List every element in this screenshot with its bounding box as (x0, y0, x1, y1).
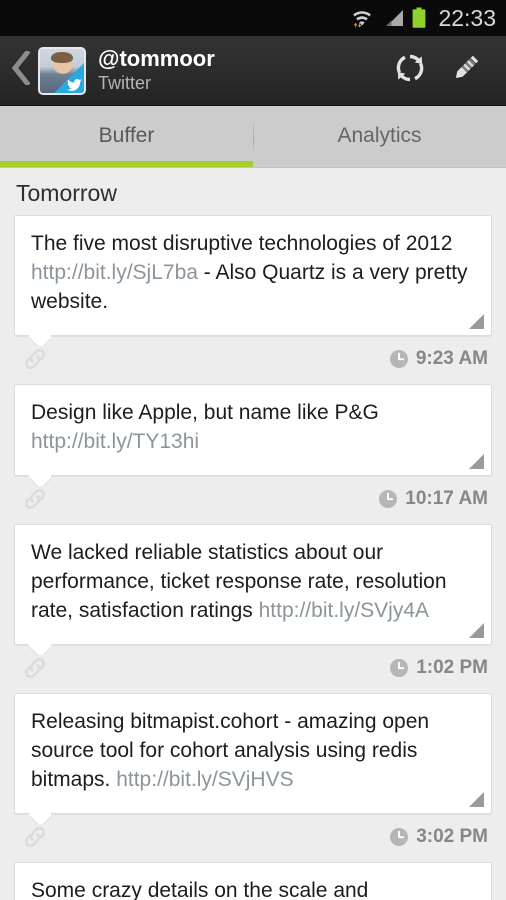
post-meta: 1:02 PM (14, 645, 492, 691)
post-text: We lacked reliable statistics about our … (31, 539, 475, 626)
link-icon[interactable] (20, 344, 50, 374)
drag-handle-icon[interactable] (469, 791, 484, 807)
wifi-icon (350, 7, 374, 29)
post-bubble[interactable]: Some crazy details on the scale and (14, 861, 492, 900)
post-list: The five most disruptive technologies of… (0, 215, 506, 900)
status-bar-icons: 22:33 (350, 4, 496, 31)
post-time: 10:17 AM (405, 488, 488, 510)
back-button[interactable] (4, 36, 38, 106)
account-title-block[interactable]: @tommoor Twitter (98, 47, 382, 94)
bubble-tail (29, 334, 51, 346)
link-icon[interactable] (20, 822, 50, 852)
status-bar-clock: 22:33 (438, 4, 496, 31)
post-meta: 10:17 AM (14, 476, 492, 522)
refresh-button[interactable] (382, 36, 438, 106)
tab-bar: Buffer Analytics (0, 106, 506, 168)
tab-active-indicator (0, 161, 253, 167)
tab-analytics-label: Analytics (337, 123, 422, 147)
post-time-group: 3:02 PM (389, 827, 488, 847)
clock-icon (389, 827, 409, 847)
post-bubble[interactable]: Design like Apple, but name like P&G htt… (14, 383, 492, 476)
post-time: 1:02 PM (416, 657, 488, 679)
cellular-signal-icon (382, 8, 404, 28)
avatar[interactable] (38, 46, 86, 95)
post-item[interactable]: The five most disruptive technologies of… (0, 215, 506, 382)
compose-button[interactable] (438, 36, 494, 106)
post-text-segment: Design like Apple, but name like P&G (31, 400, 379, 424)
post-url[interactable]: http://bit.ly/SjL7ba (31, 261, 198, 284)
post-url[interactable]: http://bit.ly/SVjy4A (259, 599, 429, 622)
account-name: @tommoor (98, 46, 215, 71)
post-time: 9:23 AM (415, 348, 488, 370)
clock-icon (378, 489, 398, 509)
post-item[interactable]: Releasing bitmapist.cohort - amazing ope… (0, 692, 506, 860)
post-bubble[interactable]: Releasing bitmapist.cohort - amazing ope… (14, 692, 492, 814)
post-text: Design like Apple, but name like P&G htt… (31, 399, 475, 457)
bubble-tail (29, 812, 51, 824)
post-text-segment: Some crazy details on the scale and (31, 878, 369, 900)
drag-handle-icon[interactable] (469, 313, 484, 329)
day-header: Tomorrow (16, 180, 117, 206)
post-time-group: 9:23 AM (389, 349, 488, 369)
drag-handle-icon[interactable] (469, 622, 484, 638)
tab-analytics[interactable]: Analytics (253, 106, 506, 168)
app-root: 22:33 @tommoor Twitter Buffer Analytics … (0, 0, 506, 900)
post-url[interactable]: http://bit.ly/TY13hi (31, 430, 199, 453)
drag-handle-icon[interactable] (469, 453, 484, 469)
account-service-name: Twitter (98, 72, 152, 93)
bubble-tail (29, 474, 51, 486)
post-item[interactable]: Design like Apple, but name like P&G htt… (0, 383, 506, 522)
tab-buffer-label: Buffer (98, 123, 155, 147)
status-bar: 22:33 (0, 0, 506, 36)
link-icon[interactable] (20, 484, 50, 514)
post-time-group: 1:02 PM (389, 658, 488, 678)
tab-buffer[interactable]: Buffer (0, 106, 253, 168)
battery-icon (412, 7, 426, 29)
twitter-bird-icon (67, 78, 82, 92)
post-time: 3:02 PM (416, 826, 488, 848)
post-time-group: 10:17 AM (378, 489, 488, 509)
post-text: Some crazy details on the scale and (31, 877, 475, 900)
post-url[interactable]: http://bit.ly/SVjHVS (116, 768, 293, 791)
bubble-tail (29, 643, 51, 655)
link-icon[interactable] (20, 653, 50, 683)
refresh-icon (393, 51, 427, 90)
pencil-icon (449, 51, 483, 90)
action-bar: @tommoor Twitter (0, 36, 506, 106)
post-item[interactable]: Some crazy details on the scale and (0, 861, 506, 900)
clock-icon (389, 349, 409, 369)
post-text: Releasing bitmapist.cohort - amazing ope… (31, 708, 475, 795)
post-meta: 3:02 PM (14, 814, 492, 860)
post-text: The five most disruptive technologies of… (31, 230, 475, 317)
clock-icon (389, 658, 409, 678)
post-text-segment: The five most disruptive technologies of… (31, 232, 453, 255)
post-bubble[interactable]: We lacked reliable statistics about our … (14, 523, 492, 645)
post-meta: 9:23 AM (14, 336, 492, 382)
post-bubble[interactable]: The five most disruptive technologies of… (14, 215, 492, 336)
buffer-list[interactable]: Tomorrow The five most disruptive techno… (0, 168, 506, 900)
back-chevron-icon (11, 49, 31, 90)
post-item[interactable]: We lacked reliable statistics about our … (0, 523, 506, 691)
